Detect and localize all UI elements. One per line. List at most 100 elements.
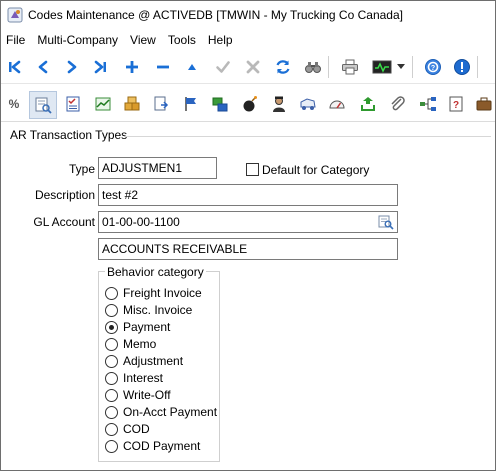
behavior-option-freight-invoice[interactable]: Freight Invoice bbox=[105, 285, 202, 301]
radio-label: Freight Invoice bbox=[123, 286, 202, 300]
radio-button[interactable] bbox=[105, 405, 118, 419]
menu-tools[interactable]: Tools bbox=[162, 30, 202, 50]
gl-account-description-field: ACCOUNTS RECEIVABLE bbox=[98, 238, 398, 260]
driver-tool-button[interactable] bbox=[268, 93, 290, 115]
toolbar-separator bbox=[328, 56, 329, 78]
behavior-option-adjustment[interactable]: Adjustment bbox=[105, 353, 183, 369]
chart-tool-button[interactable] bbox=[92, 93, 114, 115]
radio-label: Payment bbox=[123, 320, 171, 334]
refresh-icon bbox=[276, 60, 290, 74]
move-up-button[interactable] bbox=[181, 56, 203, 78]
move-up-icon bbox=[188, 64, 196, 70]
app-icon bbox=[7, 7, 23, 23]
toolbar-separator bbox=[412, 56, 413, 78]
help-icon: ? bbox=[425, 59, 441, 75]
default-for-category-checkbox[interactable] bbox=[246, 163, 259, 176]
info-icon bbox=[454, 59, 470, 75]
gauge-tool-button[interactable] bbox=[326, 93, 348, 115]
menu-multi-company[interactable]: Multi-Company bbox=[31, 30, 124, 50]
type-field[interactable]: ADJUSTMEN1 bbox=[98, 157, 217, 179]
behavior-option-misc-invoice[interactable]: Misc. Invoice bbox=[105, 302, 192, 318]
behavior-option-interest[interactable]: Interest bbox=[105, 370, 163, 386]
gauge-icon bbox=[329, 100, 345, 109]
ar-transaction-types-button[interactable] bbox=[29, 91, 57, 119]
briefcase-icon bbox=[476, 97, 492, 111]
document-arrow-tool-button[interactable] bbox=[150, 93, 172, 115]
default-for-category-label: Default for Category bbox=[262, 163, 370, 177]
menu-file[interactable]: File bbox=[1, 30, 31, 50]
gl-account-lookup-button[interactable] bbox=[376, 212, 396, 232]
print-button[interactable] bbox=[339, 56, 361, 78]
radio-button[interactable] bbox=[105, 388, 118, 402]
first-record-icon bbox=[9, 60, 21, 74]
description-field[interactable]: test #2 bbox=[98, 184, 398, 206]
delete-record-button[interactable] bbox=[152, 56, 174, 78]
type-label: Type bbox=[68, 162, 95, 176]
radio-button[interactable] bbox=[105, 320, 118, 334]
delete-record-icon bbox=[157, 65, 169, 69]
behavior-option-on-acct-payment[interactable]: On-Acct Payment bbox=[105, 404, 217, 420]
radio-button[interactable] bbox=[105, 422, 118, 436]
refresh-button[interactable] bbox=[272, 56, 294, 78]
attachment-tool-button[interactable] bbox=[387, 93, 409, 115]
radio-label: COD Payment bbox=[123, 439, 201, 453]
cancel-x-icon bbox=[246, 60, 260, 74]
flag-tool-button[interactable] bbox=[180, 93, 202, 115]
behavior-option-cod-payment[interactable]: COD Payment bbox=[105, 438, 200, 454]
truck-tool-button[interactable] bbox=[297, 93, 319, 115]
chevron-down-icon bbox=[397, 64, 405, 69]
gl-account-field[interactable]: 01-00-00-1100 bbox=[98, 211, 398, 233]
radio-label: Memo bbox=[123, 337, 157, 351]
radio-button[interactable] bbox=[105, 439, 118, 453]
checklist-tool-button[interactable] bbox=[62, 93, 84, 115]
briefcase-tool-button[interactable] bbox=[473, 93, 495, 115]
monitor-dropdown-button[interactable] bbox=[395, 56, 407, 78]
behavior-option-write-off[interactable]: Write-Off bbox=[105, 387, 171, 403]
info-button[interactable] bbox=[451, 56, 473, 78]
previous-record-icon bbox=[38, 60, 48, 74]
truck-icon bbox=[300, 98, 316, 110]
toolbar-separator bbox=[477, 56, 478, 78]
radio-button[interactable] bbox=[105, 337, 118, 351]
find-button[interactable] bbox=[302, 56, 324, 78]
codes-maintenance-window: Codes Maintenance @ ACTIVEDB [TMWIN - My… bbox=[0, 0, 496, 471]
recycle-icon bbox=[361, 97, 375, 111]
add-record-button[interactable] bbox=[121, 56, 143, 78]
save-button[interactable] bbox=[212, 56, 234, 78]
radio-label: COD bbox=[123, 422, 150, 436]
radio-button[interactable] bbox=[105, 286, 118, 300]
previous-record-button[interactable] bbox=[32, 56, 54, 78]
behavior-option-payment[interactable]: Payment bbox=[105, 319, 170, 335]
recycle-tool-button[interactable] bbox=[357, 93, 379, 115]
svg-text:?: ? bbox=[453, 100, 459, 111]
description-label: Description bbox=[34, 188, 95, 202]
last-record-button[interactable] bbox=[90, 56, 112, 78]
cancel-button[interactable] bbox=[242, 56, 264, 78]
percent-tool-button[interactable]: % bbox=[3, 93, 25, 115]
behavior-option-cod[interactable]: COD bbox=[105, 421, 150, 437]
bomb-tool-button[interactable] bbox=[239, 93, 261, 115]
help-document-tool-button[interactable]: ? bbox=[445, 93, 467, 115]
transfer-tool-button[interactable] bbox=[209, 93, 231, 115]
behavior-option-memo[interactable]: Memo bbox=[105, 336, 156, 352]
percent-icon: % bbox=[9, 97, 20, 111]
radio-button[interactable] bbox=[105, 303, 118, 317]
radio-button[interactable] bbox=[105, 371, 118, 385]
menu-view[interactable]: View bbox=[124, 30, 162, 50]
help-document-icon: ? bbox=[449, 96, 463, 112]
help-button[interactable]: ? bbox=[422, 56, 444, 78]
add-record-icon bbox=[126, 61, 138, 73]
gl-account-value: 01-00-00-1100 bbox=[102, 215, 180, 229]
radio-button[interactable] bbox=[105, 354, 118, 368]
packages-tool-button[interactable] bbox=[121, 93, 143, 115]
next-record-button[interactable] bbox=[61, 56, 83, 78]
navigation-toolbar: ? bbox=[1, 51, 495, 84]
menu-help[interactable]: Help bbox=[202, 30, 239, 50]
monitor-button[interactable] bbox=[370, 56, 394, 78]
hierarchy-tool-button[interactable] bbox=[417, 93, 439, 115]
first-record-button[interactable] bbox=[3, 56, 25, 78]
hierarchy-icon bbox=[420, 97, 436, 111]
svg-text:%: % bbox=[9, 97, 20, 111]
paperclip-icon bbox=[391, 96, 405, 111]
packages-icon bbox=[124, 96, 140, 111]
